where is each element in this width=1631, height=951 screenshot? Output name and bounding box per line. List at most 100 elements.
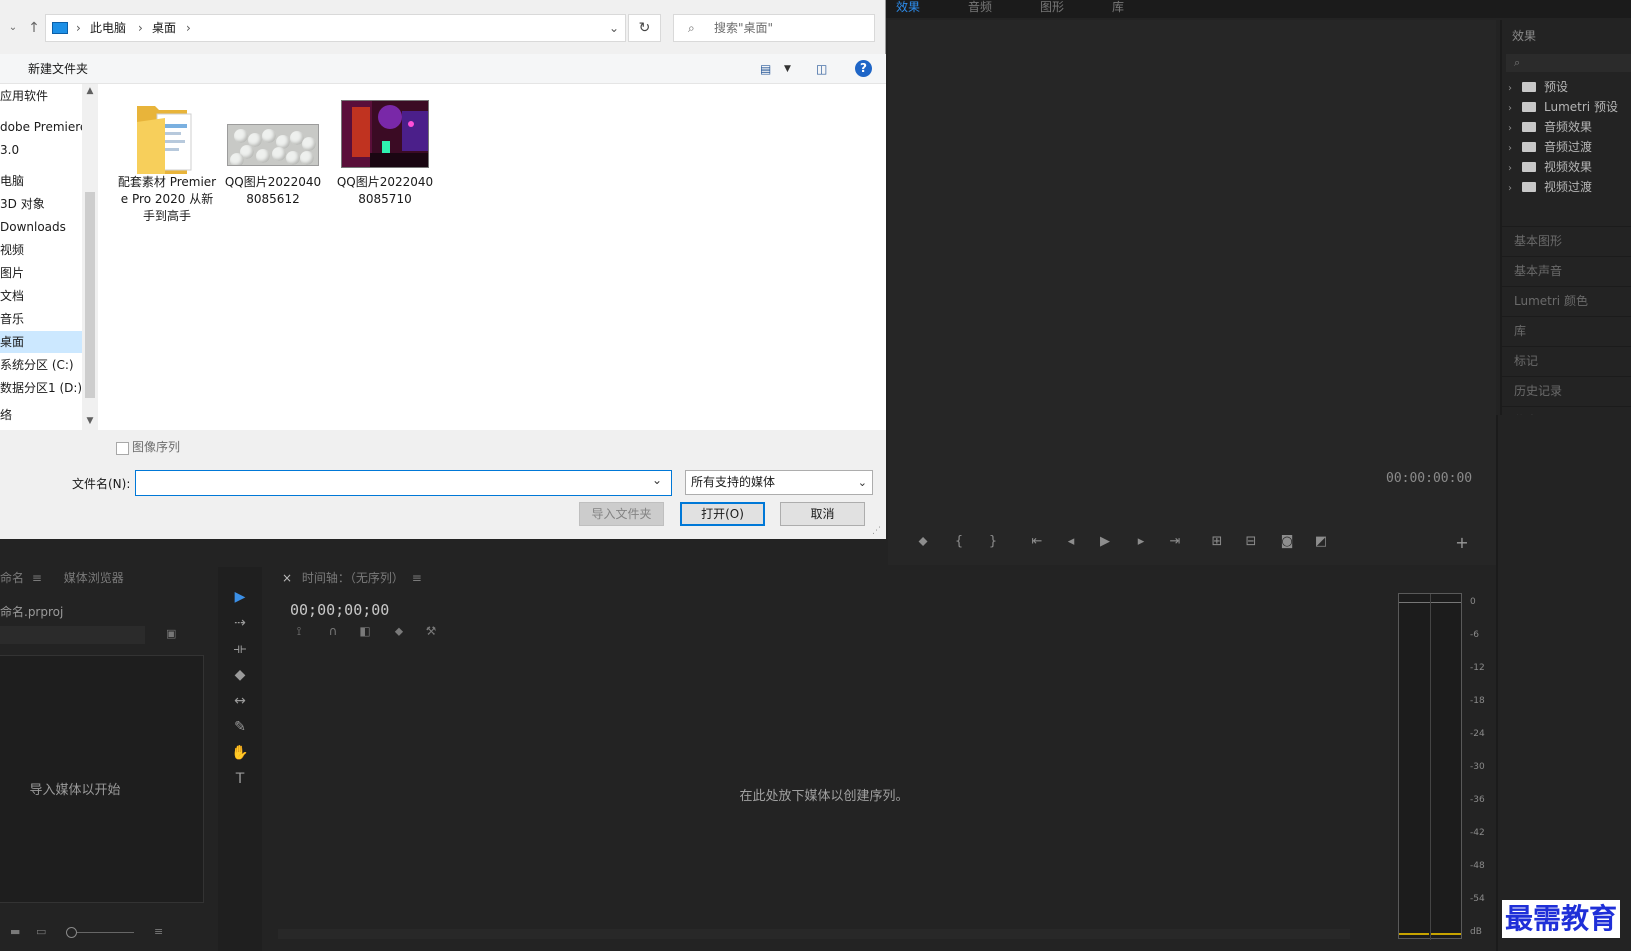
breadcrumb-desktop[interactable]: 桌面 [152, 15, 176, 41]
preview-pane-icon[interactable]: ◫ [816, 60, 827, 78]
nav-item-videos[interactable]: 视频 [0, 239, 82, 261]
list-view-icon[interactable]: ▬ [10, 925, 20, 938]
nav-item-documents[interactable]: 文档 [0, 285, 82, 307]
up-arrow-icon[interactable]: ↑ [25, 20, 43, 36]
import-folder-button[interactable]: 导入文件夹 [579, 502, 664, 526]
cancel-button[interactable]: 取消 [780, 502, 865, 526]
tab-project[interactable]: 命名 [0, 571, 24, 585]
lift-icon[interactable]: ⊞ [1208, 533, 1226, 551]
address-bar[interactable]: › 此电脑 › 桌面 › ⌄ [45, 14, 626, 42]
tab-media-browser[interactable]: 媒体浏览器 [64, 571, 124, 585]
chevron-right-icon[interactable]: › [1508, 159, 1522, 178]
add-marker-icon[interactable]: ⬥ [390, 624, 408, 639]
resize-grip-icon[interactable]: ⋰ [872, 526, 881, 536]
chevron-right-icon[interactable]: › [1508, 99, 1522, 118]
file-item-image[interactable]: QQ图片20220408085710 [334, 98, 436, 208]
change-view-icon[interactable]: ▤ [760, 60, 771, 78]
pen-tool-icon[interactable]: ✎ [230, 717, 250, 737]
linked-selection-icon[interactable]: ◧ [356, 624, 374, 638]
effects-item-video-transitions[interactable]: › 视频过渡 [1508, 178, 1592, 197]
hand-tool-icon[interactable]: ✋ [230, 743, 250, 763]
extract-icon[interactable]: ⊟ [1242, 533, 1260, 551]
zoom-slider-handle[interactable] [66, 927, 77, 938]
panel-essential-sound[interactable]: 基本声音 [1502, 256, 1631, 285]
camera-icon[interactable]: ◙ [1278, 533, 1296, 551]
nav-item-drive-c[interactable]: 系统分区 (C:) [0, 354, 82, 376]
icon-view-icon[interactable]: ▭ [36, 925, 46, 938]
new-folder-button[interactable]: 新建文件夹 [28, 54, 88, 84]
panel-markers[interactable]: 标记 [1502, 346, 1631, 375]
step-back-icon[interactable]: ◂ [1062, 533, 1080, 551]
effects-item-audio-transitions[interactable]: › 音频过渡 [1508, 138, 1592, 157]
workspace-tab-audio[interactable]: 音频 [968, 0, 992, 14]
timeline-scrollbar[interactable] [278, 929, 1350, 939]
go-to-in-icon[interactable]: ⇤ [1028, 533, 1046, 551]
image-sequence-checkbox[interactable] [116, 442, 129, 455]
project-search-input[interactable] [0, 626, 145, 644]
add-marker-icon[interactable]: ⬥ [914, 533, 932, 551]
effects-search-input[interactable]: ⌕ [1506, 54, 1631, 72]
compare-view-icon[interactable]: ◩ [1312, 533, 1330, 551]
nest-icon[interactable]: ⟟ [290, 624, 308, 639]
file-item-folder[interactable]: 配套素材 Premiere Pro 2020 从新手到高手 [116, 98, 218, 225]
chevron-right-icon[interactable]: › [1508, 119, 1522, 138]
chevron-down-icon[interactable]: ⌄ [609, 15, 619, 41]
nav-item-desktop[interactable]: 桌面 [0, 331, 82, 353]
chevron-right-icon[interactable]: › [76, 15, 81, 41]
file-type-select[interactable]: 所有支持的媒体 ⌄ [685, 470, 873, 495]
chevron-down-icon[interactable]: ⌄ [652, 473, 662, 487]
track-select-tool-icon[interactable]: ⇢ [230, 613, 250, 633]
nav-item-network[interactable]: 络 [0, 404, 82, 426]
effects-item-lumetri-presets[interactable]: › Lumetri 预设 [1508, 98, 1618, 117]
panel-lumetri-color[interactable]: Lumetri 颜色 [1502, 286, 1631, 315]
scrollbar-thumb[interactable] [85, 192, 95, 398]
step-forward-icon[interactable]: ▸ [1132, 533, 1150, 551]
program-timecode[interactable]: 00:00:00:00 [1386, 471, 1472, 486]
hamburger-menu-icon[interactable]: ≡ [412, 571, 422, 585]
nav-item-this-pc[interactable]: 电脑 [0, 170, 82, 192]
panel-essential-graphics[interactable]: 基本图形 [1502, 226, 1631, 255]
effects-item-presets[interactable]: › 预设 [1508, 78, 1568, 97]
help-icon[interactable]: ? [855, 60, 872, 77]
nav-item-downloads[interactable]: Downloads [0, 216, 82, 238]
breadcrumb-this-pc[interactable]: 此电脑 [90, 15, 126, 41]
nav-item-drive-d[interactable]: 数据分区1 (D:) [0, 377, 82, 399]
workspace-tab-graphics[interactable]: 图形 [1040, 0, 1064, 14]
ripple-edit-tool-icon[interactable]: ⟛ [230, 639, 250, 659]
nav-item-apps[interactable]: 应用软件 [0, 85, 82, 107]
timeline-timecode[interactable]: 00;00;00;00 [290, 601, 389, 619]
nav-item-music[interactable]: 音乐 [0, 308, 82, 330]
effects-item-video-effects[interactable]: › 视频效果 [1508, 158, 1592, 177]
chevron-right-icon[interactable]: › [1508, 179, 1522, 198]
panel-history[interactable]: 历史记录 [1502, 376, 1631, 405]
mark-out-icon[interactable]: } [984, 533, 1002, 551]
search-input[interactable]: ⌕ 搜索"桌面" [673, 14, 875, 42]
mark-in-icon[interactable]: { [950, 533, 968, 551]
chevron-right-icon[interactable]: › [138, 15, 143, 41]
chevron-right-icon[interactable]: › [1508, 139, 1522, 158]
sort-icon[interactable]: ≡ [154, 925, 163, 938]
workspace-tab-library[interactable]: 库 [1112, 0, 1124, 14]
go-to-out-icon[interactable]: ⇥ [1166, 533, 1184, 551]
slip-tool-icon[interactable]: ↔ [230, 691, 250, 711]
selection-tool-icon[interactable]: ▶ [230, 587, 250, 607]
tab-timeline[interactable]: 时间轴：（无序列） [302, 571, 404, 585]
wrench-icon[interactable]: ⚒ [422, 624, 440, 638]
navigation-scrollbar[interactable]: ▲ ▼ [82, 84, 98, 430]
workspace-tab-effects[interactable]: 效果 [896, 0, 920, 14]
nav-item-adobe-premiere[interactable]: dobe Premiere [0, 116, 82, 138]
chevron-right-icon[interactable]: › [186, 15, 191, 41]
open-button[interactable]: 打开(O) [680, 502, 765, 526]
add-button-icon[interactable]: + [1452, 533, 1472, 552]
nav-item-3d-objects[interactable]: 3D 对象 [0, 193, 82, 215]
chevron-down-icon[interactable]: ▼ [784, 60, 791, 78]
play-icon[interactable]: ▶ [1096, 533, 1114, 551]
type-tool-icon[interactable]: T [230, 769, 250, 789]
hamburger-menu-icon[interactable]: ≡ [32, 571, 42, 585]
scroll-down-icon[interactable]: ▼ [82, 416, 98, 426]
scroll-up-icon[interactable]: ▲ [82, 86, 98, 96]
nav-item-version[interactable]: 3.0 [0, 139, 82, 161]
razor-tool-icon[interactable]: ◆ [230, 665, 250, 685]
snap-icon[interactable]: ∩ [324, 624, 342, 638]
close-icon[interactable]: × [282, 571, 292, 585]
